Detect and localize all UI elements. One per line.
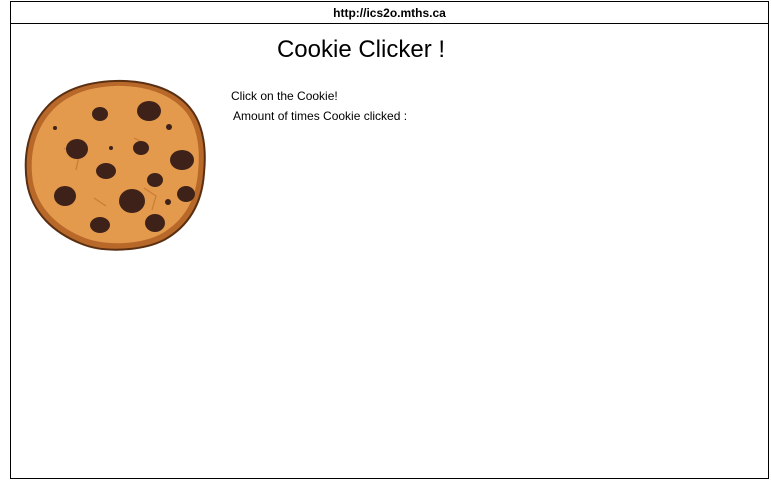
browser-frame: http://ics2o.mths.ca Cookie Clicker ! Cl…	[10, 1, 769, 479]
page-title: Cookie Clicker !	[276, 36, 446, 63]
counter-label: Amount of times Cookie clicked :	[233, 109, 408, 123]
instruction-text: Click on the Cookie!	[231, 89, 338, 103]
url-text: http://ics2o.mths.ca	[333, 5, 446, 20]
cookie-icon	[24, 79, 206, 251]
cookie-button[interactable]	[24, 78, 206, 252]
url-bar[interactable]: http://ics2o.mths.ca	[11, 2, 768, 24]
click-counter: Amount of times Cookie clicked :	[233, 109, 411, 123]
